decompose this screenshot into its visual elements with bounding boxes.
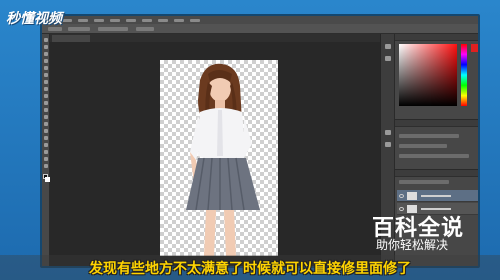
lasso-tool-icon[interactable] [44, 52, 48, 56]
adjustments-panel-header[interactable] [395, 120, 478, 127]
character-panel-icon[interactable] [385, 130, 391, 135]
crop-tool-icon[interactable] [44, 66, 48, 70]
adjustments-panel [395, 120, 478, 170]
dodge-tool-icon[interactable] [44, 129, 48, 133]
option-control[interactable] [136, 27, 154, 31]
shape-tool-icon[interactable] [44, 157, 48, 161]
options-bar [42, 24, 478, 34]
adjustment-row[interactable] [399, 134, 459, 138]
quick-select-tool-icon[interactable] [44, 59, 48, 63]
menu-bar[interactable] [42, 16, 478, 24]
blur-tool-icon[interactable] [44, 122, 48, 126]
brush-tool-icon[interactable] [44, 87, 48, 91]
video-subtitle: 发现有些地方不太满意了时候就可以直接修里面修了 [89, 261, 411, 277]
menu-item[interactable] [110, 18, 120, 22]
hand-tool-icon[interactable] [44, 164, 48, 168]
eyedropper-tool-icon[interactable] [44, 73, 48, 77]
menu-item[interactable] [158, 18, 168, 22]
color-picker-field[interactable] [399, 44, 457, 106]
document-workspace [50, 42, 380, 266]
current-color-swatch[interactable] [471, 44, 478, 52]
color-panel [395, 34, 478, 120]
layer-thumbnail [407, 192, 417, 200]
properties-panel-icon[interactable] [385, 56, 391, 61]
layer-row[interactable] [397, 190, 478, 202]
menu-item[interactable] [62, 18, 72, 22]
eraser-tool-icon[interactable] [44, 108, 48, 112]
brand-subtitle: 助你轻松解决 [376, 238, 449, 252]
menu-item[interactable] [142, 18, 152, 22]
healing-brush-tool-icon[interactable] [44, 80, 48, 84]
gradient-tool-icon[interactable] [44, 115, 48, 119]
move-tool-icon[interactable] [44, 38, 48, 42]
layer-blend-mode[interactable] [399, 180, 449, 184]
adjustment-row[interactable] [399, 154, 469, 158]
history-panel-icon[interactable] [385, 44, 391, 49]
menu-item[interactable] [94, 18, 104, 22]
portrait-subject [186, 63, 260, 256]
menu-item[interactable] [190, 18, 200, 22]
pen-tool-icon[interactable] [44, 136, 48, 140]
adjustment-row[interactable] [399, 144, 447, 148]
color-panel-header[interactable] [395, 34, 478, 41]
document-tab-bar [50, 34, 380, 42]
image-canvas[interactable] [160, 60, 278, 256]
marquee-tool-icon[interactable] [44, 45, 48, 49]
option-control[interactable] [98, 27, 128, 31]
document-tab[interactable] [52, 35, 90, 42]
tools-panel [42, 34, 50, 266]
menu-item[interactable] [126, 18, 136, 22]
type-tool-icon[interactable] [44, 143, 48, 147]
eye-icon[interactable] [399, 194, 404, 198]
paragraph-panel-icon[interactable] [385, 142, 391, 147]
watermark-logo: 秒懂视频 [6, 11, 62, 27]
menu-item[interactable] [78, 18, 88, 22]
history-brush-tool-icon[interactable] [44, 101, 48, 105]
layers-panel-header[interactable] [395, 170, 478, 177]
layer-name [421, 195, 451, 197]
hue-slider[interactable] [461, 44, 467, 106]
option-control[interactable] [68, 27, 90, 31]
clone-stamp-tool-icon[interactable] [44, 94, 48, 98]
path-select-tool-icon[interactable] [44, 150, 48, 154]
menu-item[interactable] [174, 18, 184, 22]
